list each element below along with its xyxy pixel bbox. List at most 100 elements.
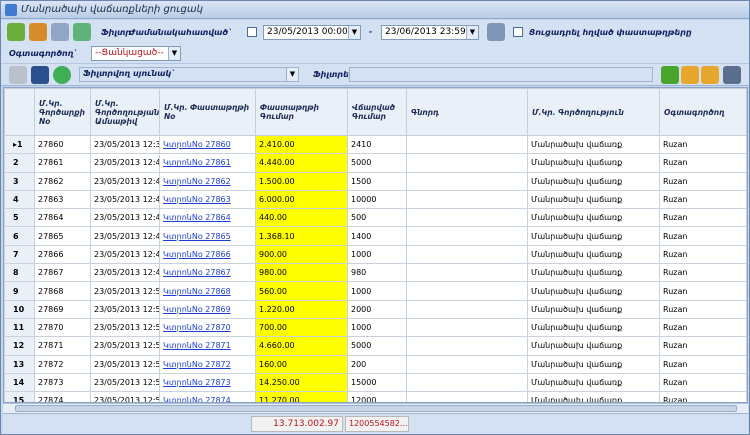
scrollbar-thumb[interactable] <box>15 405 737 412</box>
transaction-no-cell: 27874 <box>34 391 91 402</box>
filter-input[interactable] <box>349 67 653 82</box>
table-row[interactable]: 9 27868 23/05/2013 12:50 ԿտրոնNo 27868 560.0… <box>4 281 747 301</box>
user-cell: Ruzan <box>659 134 747 155</box>
document-link[interactable]: ԿտրոնNo 27874 <box>159 391 256 402</box>
user-cell: Ruzan <box>659 354 747 374</box>
table-row[interactable]: 3 27862 23/05/2013 12:44 ԿտրոնNo 27862 1.500… <box>4 171 747 191</box>
column-header[interactable]: Օգտագործող <box>659 88 747 136</box>
table-row[interactable]: 12 27871 23/05/2013 12:53 ԿտրոնNo 27871 4.66… <box>4 336 747 356</box>
chevron-down-icon[interactable]: ▼ <box>286 68 298 81</box>
user-cell: Ruzan <box>659 391 747 402</box>
table-row[interactable]: 13 27872 23/05/2013 12:55 ԿտրոնNo 27872 160.… <box>4 354 747 374</box>
date-cell: 23/05/2013 12:44 <box>90 171 160 191</box>
date-from-value: 23/05/2013 00:00 <box>267 27 348 37</box>
filter-column-select[interactable]: Ֆիլտրվող սյունակ` ▼ <box>79 67 299 82</box>
buyer-cell <box>406 134 528 155</box>
date-cell: 23/05/2013 12:58 <box>90 391 160 402</box>
document-link[interactable]: ԿտրոնNo 27862 <box>159 171 256 191</box>
column-header[interactable]: Փաստաթղթի Գումար <box>255 88 348 136</box>
document-link[interactable]: ԿտրոնNo 27868 <box>159 281 256 301</box>
date-cell: 23/05/2013 12:48 <box>90 263 160 283</box>
date-to-field[interactable]: 23/06/2013 23:59 ▼ <box>381 25 479 40</box>
operator-select[interactable]: --Ցանկացած-- ▼ <box>91 46 181 61</box>
table-row[interactable]: 15 27874 23/05/2013 12:58 ԿտրոնNo 27874 11.2… <box>4 391 747 402</box>
amount-cell: 2.410.00 <box>255 134 348 155</box>
table-row[interactable]: 4 27863 23/05/2013 12:45 ԿտրոնNo 27863 6.000… <box>4 189 747 210</box>
buyer-cell <box>406 263 528 283</box>
print-icon[interactable] <box>51 23 69 41</box>
transaction-no-cell: 27866 <box>34 244 91 265</box>
play-icon[interactable] <box>53 66 71 84</box>
horizontal-scrollbar[interactable] <box>3 403 748 413</box>
buyer-cell <box>406 153 528 173</box>
user-cell: Ruzan <box>659 317 747 338</box>
table-row[interactable]: ▸1 27860 23/05/2013 12:39 ԿտրոնNo 27860 2.41… <box>4 134 747 155</box>
date-cell: 23/05/2013 12:48 <box>90 244 160 265</box>
table-row[interactable]: 14 27873 23/05/2013 12:56 ԿտրոնNo 27873 14.2… <box>4 372 747 393</box>
document-link[interactable]: ԿտրոնNo 27867 <box>159 263 256 283</box>
table-row[interactable]: 6 27865 23/05/2013 12:46 ԿտրոնNo 27865 1.368… <box>4 226 747 246</box>
table-row[interactable]: 2 27861 23/05/2013 12:43 ԿտրոնNo 27861 4.440… <box>4 153 747 173</box>
refresh-icon[interactable] <box>29 23 47 41</box>
operation-cell: Մանրածախ վաճառք <box>527 134 660 155</box>
apply-filter-icon[interactable] <box>487 23 505 41</box>
document-link[interactable]: ԿտրոնNo 27864 <box>159 208 256 228</box>
document-link[interactable]: ԿտրոնNo 27872 <box>159 354 256 374</box>
app-icon <box>5 4 17 16</box>
column-header[interactable]: Մ.Կր. Գործարքի No <box>34 88 91 136</box>
filter-add-icon[interactable] <box>681 66 699 84</box>
table-row[interactable]: 8 27867 23/05/2013 12:48 ԿտրոնNo 27867 980.0… <box>4 263 747 283</box>
document-link[interactable]: ԿտրոնNo 27873 <box>159 372 256 393</box>
column-header[interactable]: Մ.Կր. Գործողության Ամսաթիվ <box>90 88 160 136</box>
show-canceled-checkbox[interactable] <box>513 27 523 37</box>
document-link[interactable]: ԿտրոնNo 27871 <box>159 336 256 356</box>
filter-remove-icon[interactable] <box>701 66 719 84</box>
filter-icon[interactable] <box>661 66 679 84</box>
filter-column-value: Ֆիլտրվող սյունակ` <box>83 69 176 78</box>
column-header[interactable]: Վճարված Գումար <box>347 88 407 136</box>
document-link[interactable]: ԿտրոնNo 27861 <box>159 153 256 173</box>
user-cell: Ruzan <box>659 336 747 356</box>
export-icon[interactable] <box>31 66 49 84</box>
operator-label: Օգտագործող` <box>9 49 78 58</box>
document-link[interactable]: ԿտրոնNo 27870 <box>159 317 256 338</box>
document-link[interactable]: ԿտրոնNo 27860 <box>159 134 256 155</box>
transaction-no-cell: 27864 <box>34 208 91 228</box>
add-icon[interactable] <box>7 23 25 41</box>
document-link[interactable]: ԿտրոնNo 27869 <box>159 299 256 319</box>
table-row[interactable]: 5 27864 23/05/2013 12:46 ԿտրոնNo 27864 440.0… <box>4 208 747 228</box>
column-header[interactable]: Մ.Կր. Փաստաթղթի No <box>159 88 256 136</box>
sales-grid[interactable]: Մ.Կր. Գործարքի No Մ.Կր. Գործողության Ամս… <box>3 87 748 403</box>
date-cell: 23/05/2013 12:43 <box>90 153 160 173</box>
table-row[interactable]: 10 27869 23/05/2013 12:51 ԿտրոնNo 27869 1.22… <box>4 299 747 319</box>
edit-icon[interactable] <box>73 23 91 41</box>
operation-cell: Մանրածախ վաճառք <box>527 153 660 173</box>
period-checkbox[interactable] <box>247 27 257 37</box>
user-cell: Ruzan <box>659 244 747 265</box>
sales-list-window: Մանրածախ վաճառքների ցուցակ Ֆիլտր: Ժամանա… <box>0 0 750 435</box>
document-link[interactable]: ԿտրոնNo 27866 <box>159 244 256 265</box>
chevron-down-icon[interactable]: ▼ <box>168 47 180 60</box>
amount-cell: 160.00 <box>255 354 348 374</box>
column-header[interactable]: Գնորդ <box>406 88 528 136</box>
table-row[interactable]: 7 27866 23/05/2013 12:48 ԿտրոնNo 27866 900.0… <box>4 244 747 265</box>
buyer-cell <box>406 189 528 210</box>
header-row: Մ.Կր. Գործարքի No Մ.Կր. Գործողության Ամս… <box>4 88 747 136</box>
document-link[interactable]: ԿտրոնNo 27863 <box>159 189 256 210</box>
date-from-field[interactable]: 23/05/2013 00:00 ▼ <box>263 25 361 40</box>
operation-cell: Մանրածախ վաճառք <box>527 336 660 356</box>
paid-cell: 10000 <box>347 189 407 210</box>
hierarchy-icon[interactable] <box>723 66 741 84</box>
operation-cell: Մանրածախ վաճառք <box>527 281 660 301</box>
buyer-cell <box>406 372 528 393</box>
chevron-down-icon[interactable]: ▼ <box>466 26 478 39</box>
close-icon[interactable] <box>9 66 27 84</box>
chevron-down-icon[interactable]: ▼ <box>348 26 360 39</box>
user-cell: Ruzan <box>659 372 747 393</box>
amount-cell: 6.000.00 <box>255 189 348 210</box>
buyer-cell <box>406 391 528 402</box>
column-header[interactable]: Մ.Կր. Գործողություն <box>527 88 660 136</box>
transaction-no-cell: 27863 <box>34 189 91 210</box>
document-link[interactable]: ԿտրոնNo 27865 <box>159 226 256 246</box>
table-row[interactable]: 11 27870 23/05/2013 12:51 ԿտրոնNo 27870 700.… <box>4 317 747 338</box>
